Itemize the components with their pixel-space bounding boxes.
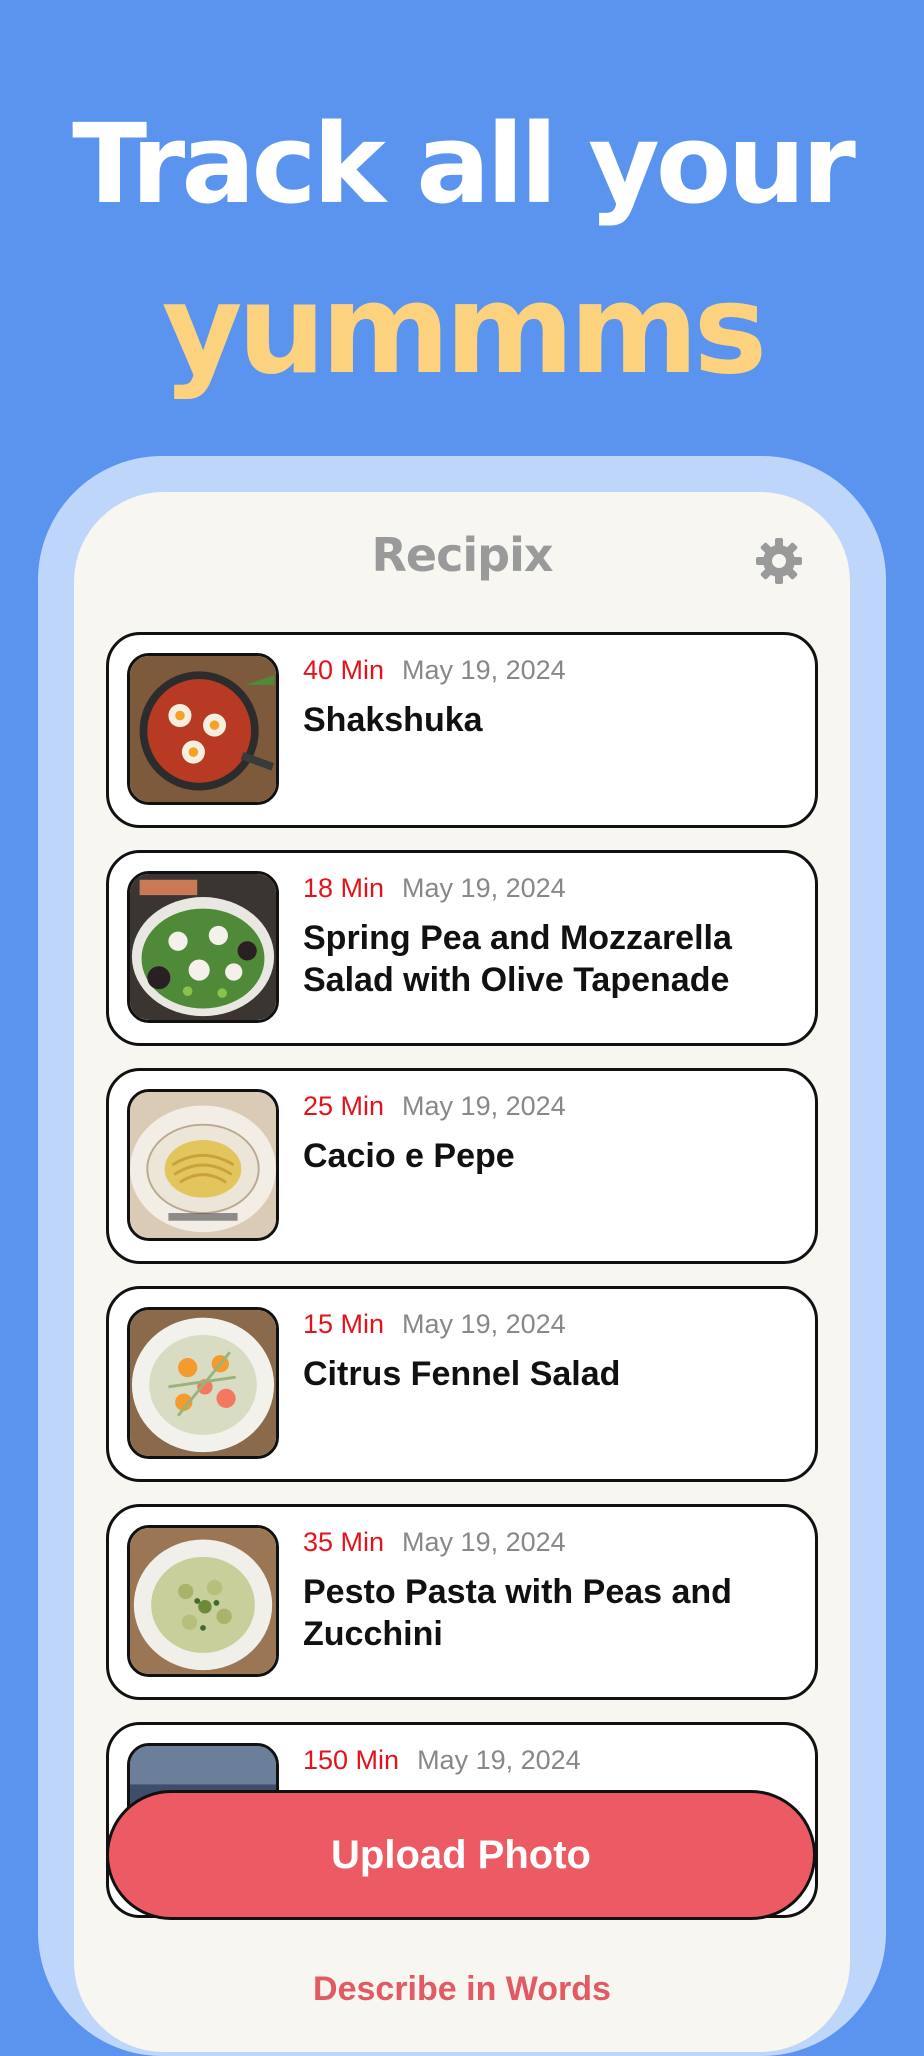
upload-photo-button[interactable]: Upload Photo (106, 1790, 816, 1920)
headline-line2: yummms (161, 258, 768, 402)
recipe-date: May 19, 2024 (402, 1527, 566, 1557)
recipe-title: Spring Pea and Mozzarella Salad with Oli… (303, 919, 732, 999)
cook-time: 40 Min (303, 655, 385, 685)
recipe-photo (127, 1525, 279, 1677)
recipe-date: May 19, 2024 (402, 655, 566, 685)
cook-time: 18 Min (303, 873, 385, 903)
recipe-card[interactable]: 18 Min May 19, 2024 Spring Pea and Mozzar… (106, 850, 818, 1046)
cook-time: 15 Min (303, 1309, 385, 1339)
recipe-date: May 19, 2024 (402, 873, 566, 903)
recipe-card[interactable]: 25 Min May 19, 2024 Cacio e Pepe (106, 1068, 818, 1264)
recipe-title: Citrus Fennel Salad (303, 1355, 621, 1393)
cook-time: 35 Min (303, 1527, 385, 1557)
recipe-date: May 19, 2024 (402, 1091, 566, 1121)
cook-time: 150 Min (303, 1745, 400, 1775)
describe-in-words-link[interactable]: Describe in Words (74, 1970, 850, 2009)
recipe-date: May 19, 2024 (402, 1309, 566, 1339)
app-screen: Recipix 40 Min May 19, 2024 Shakshuka 18… (74, 492, 850, 2052)
cook-time: 25 Min (303, 1091, 385, 1121)
recipe-title: Shakshuka (303, 701, 483, 739)
recipe-card[interactable]: 35 Min May 19, 2024 Pesto Pasta with Peas… (106, 1504, 818, 1700)
recipe-photo (127, 871, 279, 1023)
gear-icon[interactable] (754, 536, 804, 586)
headline-line1: Track all your (72, 100, 856, 228)
recipe-photo (127, 1089, 279, 1241)
recipe-title: Pesto Pasta with Peas and Zucchini (303, 1573, 732, 1653)
recipe-date: May 19, 2024 (417, 1745, 581, 1775)
recipe-card[interactable]: 15 Min May 19, 2024 Citrus Fennel Salad (106, 1286, 818, 1482)
recipe-card[interactable]: 40 Min May 19, 2024 Shakshuka (106, 632, 818, 828)
recipe-photo (127, 653, 279, 805)
app-title: Recipix (371, 528, 553, 582)
recipe-title: Cacio e Pepe (303, 1137, 515, 1175)
recipe-photo (127, 1307, 279, 1459)
